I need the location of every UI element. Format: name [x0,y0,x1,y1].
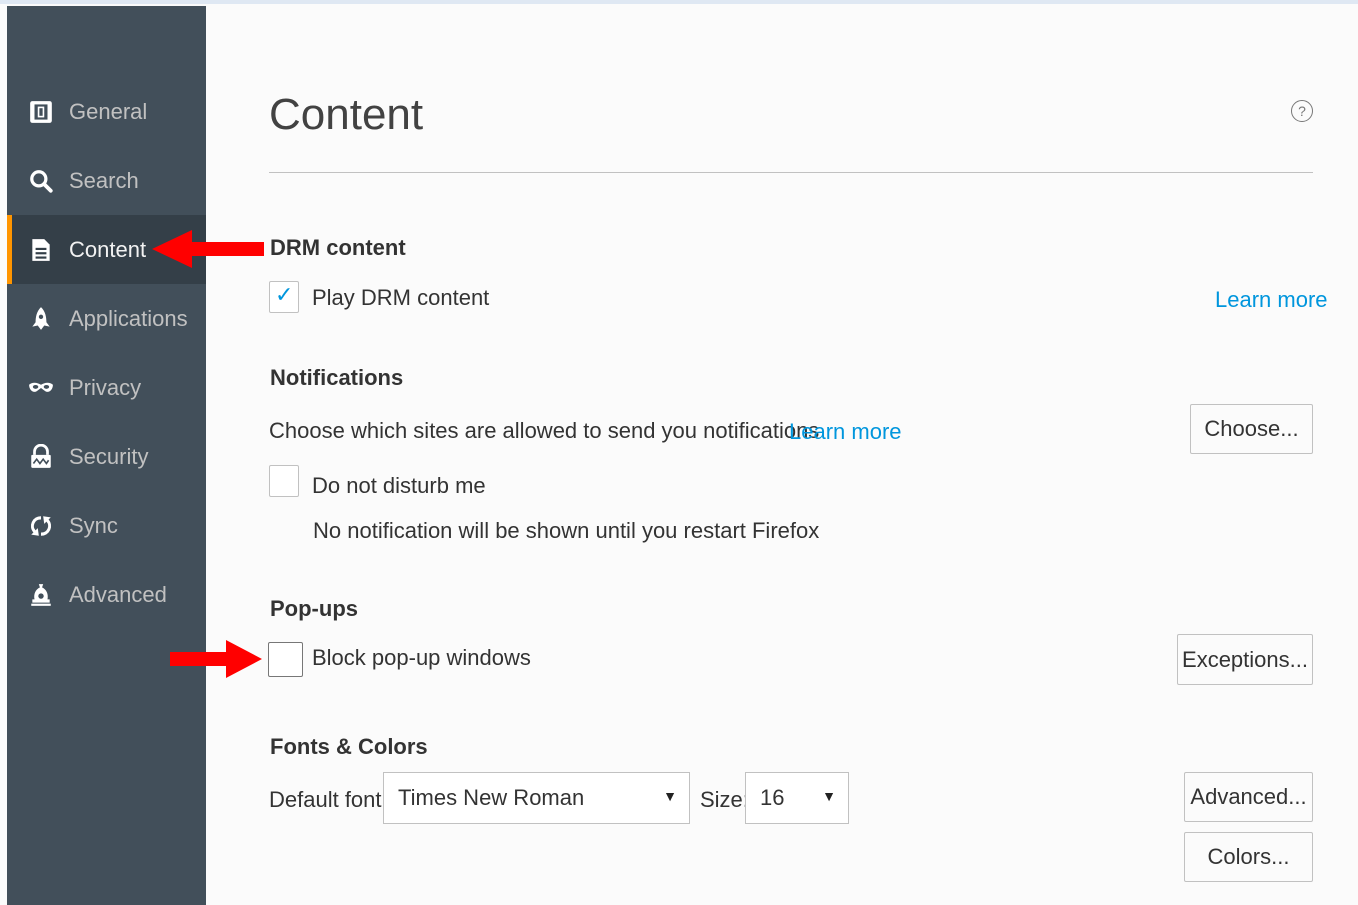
sidebar-item-applications[interactable]: Applications [7,284,206,353]
fonts-advanced-button[interactable]: Advanced... [1184,772,1313,822]
sidebar-item-label: Content [69,236,147,262]
default-font-value: Times New Roman [398,785,585,810]
sync-icon [27,512,55,540]
block-popups-label[interactable]: Block pop-up windows [312,645,531,671]
fonts-heading: Fonts & Colors [270,734,428,759]
sidebar-item-label: Privacy [69,374,142,400]
sidebar-item-label: Applications [69,305,188,331]
dnd-checkbox-label[interactable]: Do not disturb me [312,473,486,499]
applications-icon [27,305,55,333]
title-divider [269,172,1313,173]
sidebar-item-label: Advanced [69,581,167,607]
dropdown-arrow-icon: ▼ [822,788,836,804]
notifications-description: Choose which sites are allowed to send y… [269,418,820,443]
sidebar-item-label: Search [69,167,139,193]
sidebar-item-label: Security [69,443,149,469]
sidebar: General Search Content Applications Priv… [7,6,206,905]
dnd-checkbox[interactable] [269,465,299,497]
annotation-arrow-popups [170,640,262,678]
sidebar-item-search[interactable]: Search [7,146,206,215]
choose-button[interactable]: Choose... [1190,404,1313,454]
content-icon [27,236,55,264]
help-icon[interactable]: ? [1291,100,1313,122]
sidebar-item-security[interactable]: Security [7,422,206,491]
sidebar-item-advanced[interactable]: Advanced [7,560,206,629]
popups-heading: Pop-ups [270,596,358,621]
dropdown-arrow-icon: ▼ [663,788,677,804]
notifications-heading: Notifications [270,365,404,390]
font-size-select[interactable]: 16 ▼ [745,772,849,824]
general-icon [27,98,55,126]
block-popups-checkbox[interactable] [268,642,303,677]
window-top-border [0,0,1358,4]
size-label: Size: [700,787,749,812]
annotation-arrow-content [152,230,264,268]
colors-button[interactable]: Colors... [1184,832,1313,882]
sidebar-item-general[interactable]: General [7,77,206,146]
notifications-learn-more-link[interactable]: Learn more [789,419,902,445]
default-font-label: Default font: [269,787,388,812]
drm-learn-more-link[interactable]: Learn more [1215,287,1328,313]
drm-checkbox[interactable]: ✓ [269,281,299,313]
default-font-select[interactable]: Times New Roman ▼ [383,772,690,824]
drm-heading: DRM content [270,235,406,260]
privacy-icon [27,374,55,402]
checkmark-icon: ✓ [275,282,294,307]
dnd-note: No notification will be shown until you … [313,518,820,543]
sidebar-item-sync[interactable]: Sync [7,491,206,560]
advanced-icon [27,581,55,609]
exceptions-button[interactable]: Exceptions... [1177,634,1313,685]
sidebar-item-privacy[interactable]: Privacy [7,353,206,422]
sidebar-item-label: General [69,98,148,124]
page-title: Content [269,90,424,139]
font-size-value: 16 [760,785,785,810]
sidebar-item-label: Sync [69,512,118,538]
drm-checkbox-label[interactable]: Play DRM content [312,285,489,311]
security-icon [27,443,55,471]
search-icon [27,167,55,195]
